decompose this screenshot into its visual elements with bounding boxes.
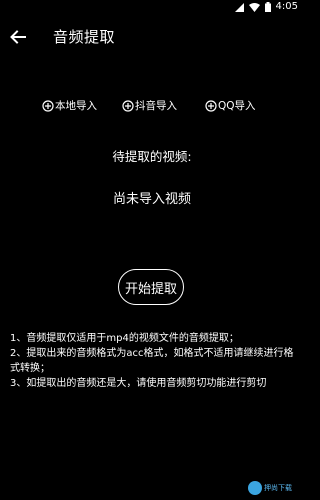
import-label: QQ导入: [218, 100, 256, 112]
note-item: 1、音频提取仅适用于mp4的视频文件的音频提取；: [10, 333, 239, 344]
plus-circle-icon: [122, 100, 134, 112]
import-options: 本地导入 抖音导入 QQ导入: [0, 99, 304, 115]
watermark-text: 押尚下载: [264, 483, 292, 492]
arrow-left-icon: [10, 29, 26, 48]
battery-icon: [264, 2, 271, 12]
back-button[interactable]: [6, 26, 30, 50]
note-item: 3、如提取出的音频还是大，请使用音频剪切功能进行剪切: [10, 378, 267, 389]
app-bar: 音频提取: [0, 18, 304, 58]
usage-notes: 1、音频提取仅适用于mp4的视频文件的音频提取； 2、提取出来的音频格式为acc…: [10, 331, 300, 391]
watermark-logo-icon: [248, 481, 262, 495]
page-title: 音频提取: [53, 28, 116, 46]
import-label: 本地导入: [55, 100, 97, 112]
plus-circle-icon: [205, 100, 217, 112]
plus-circle-icon: [42, 100, 54, 112]
status-icons: 4:05: [234, 1, 298, 13]
wifi-icon: [248, 2, 260, 12]
signal-icon: [234, 2, 244, 12]
qq-import-button[interactable]: QQ导入: [205, 99, 256, 113]
empty-video-status: 尚未导入视频: [112, 192, 191, 207]
pending-video-label: 待提取的视频:: [112, 149, 192, 164]
douyin-import-button[interactable]: 抖音导入: [122, 99, 177, 113]
watermark: 押尚下载: [248, 480, 300, 496]
import-label: 抖音导入: [135, 100, 177, 112]
note-item: 2、提取出来的音频格式为acc格式，如格式不适用请继续进行格式转换；: [10, 348, 294, 374]
status-bar: 4:05: [0, 0, 304, 14]
local-import-button[interactable]: 本地导入: [42, 99, 97, 113]
start-extract-button[interactable]: 开始提取: [118, 269, 184, 305]
status-time: 4:05: [275, 1, 298, 12]
